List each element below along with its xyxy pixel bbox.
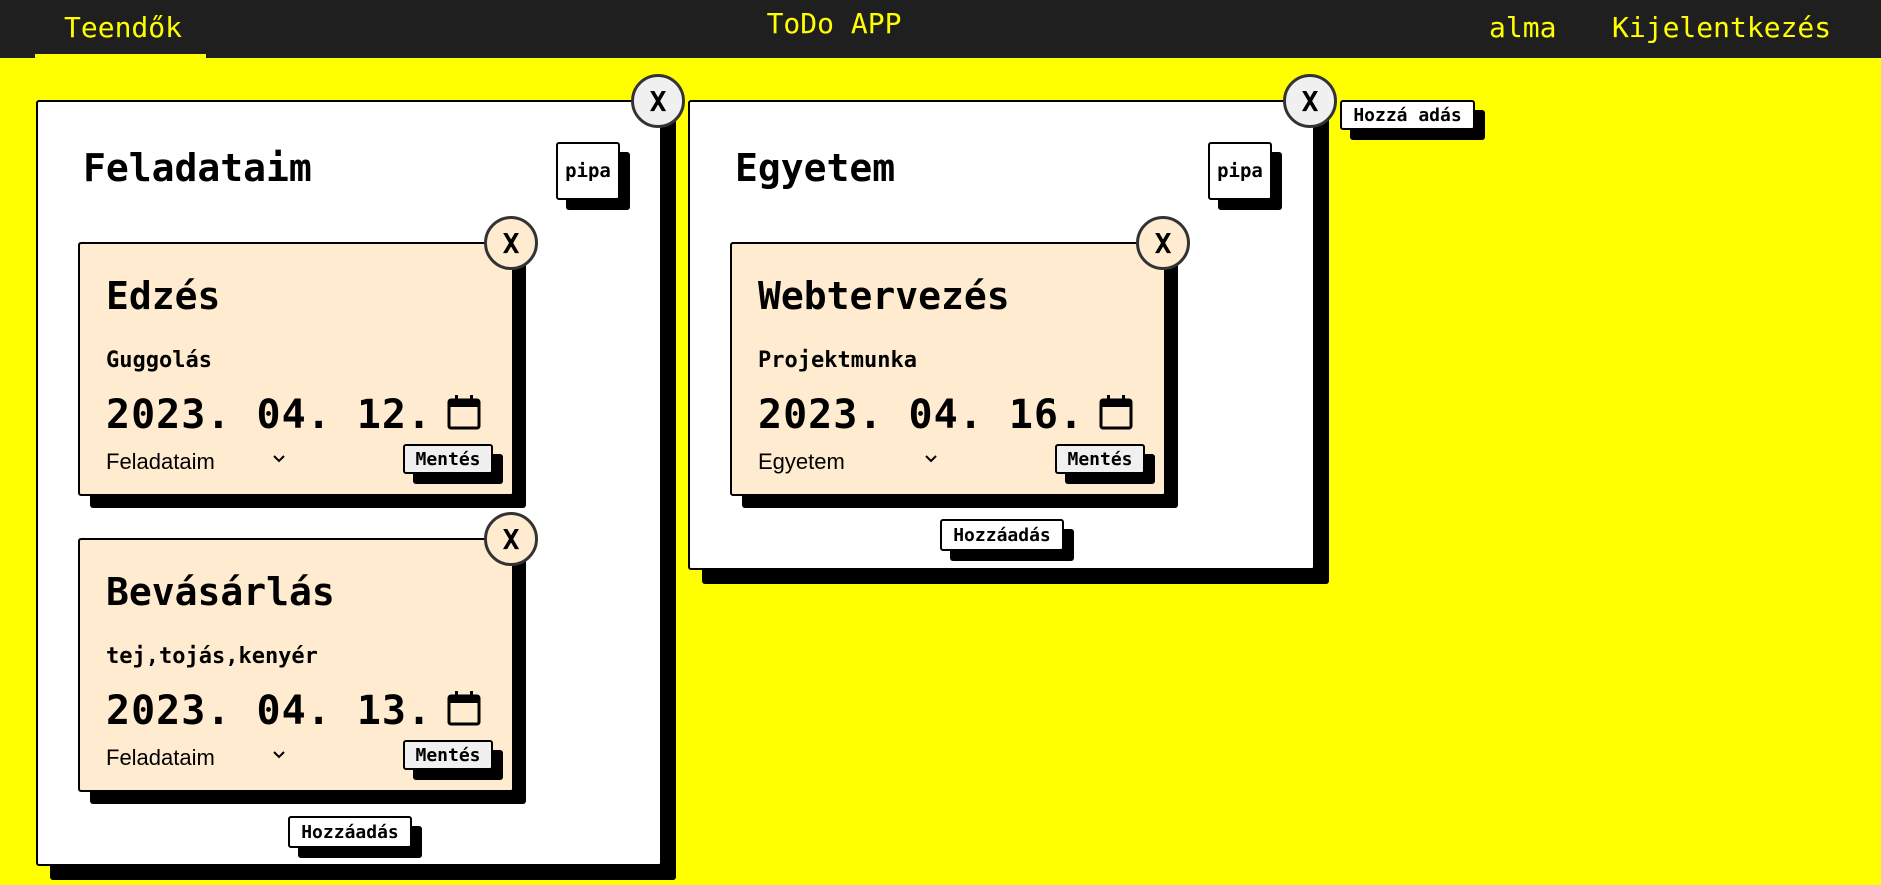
date-input[interactable]: 2023. 04. 13. — [106, 688, 432, 734]
delete-list-button[interactable]: X — [1283, 74, 1337, 128]
save-button[interactable]: Mentés — [1055, 444, 1145, 474]
delete-card-button[interactable]: X — [1136, 216, 1190, 270]
list-title: Egyetem — [735, 146, 896, 190]
date-input[interactable]: 2023. 04. 12. — [106, 392, 432, 438]
todo-list-egyetem: Egyetem pipa Webtervezés Projektmunka 20… — [688, 100, 1315, 570]
active-tab-indicator — [35, 54, 206, 58]
calendar-icon[interactable] — [447, 690, 481, 726]
pipa-button[interactable]: pipa — [1208, 142, 1272, 200]
chevron-down-icon — [273, 455, 285, 463]
app-title: ToDo APP — [766, 7, 902, 40]
chevron-down-icon — [273, 751, 285, 759]
todo-card-webtervezes: Webtervezés Projektmunka 2023. 04. 16. E… — [730, 242, 1166, 496]
card-description: tej,tojás,kenyér — [106, 644, 318, 669]
add-card-button[interactable]: Hozzáadás — [288, 816, 412, 848]
list-select[interactable]: Egyetem — [758, 446, 958, 478]
card-title: Bevásárlás — [106, 570, 335, 614]
calendar-icon[interactable] — [447, 394, 481, 430]
add-list-button[interactable]: Hozzá adás — [1340, 100, 1475, 130]
nav-user-link[interactable]: alma — [1489, 10, 1556, 46]
card-title: Webtervezés — [758, 274, 1010, 318]
delete-card-button[interactable]: X — [484, 512, 538, 566]
delete-card-button[interactable]: X — [484, 216, 538, 270]
todo-list-feladataim: Feladataim pipa Edzés Guggolás 2023. 04.… — [36, 100, 662, 866]
pipa-button[interactable]: pipa — [556, 142, 620, 200]
chevron-down-icon — [925, 455, 937, 463]
todo-card-bevasarlas: Bevásárlás tej,tojás,kenyér 2023. 04. 13… — [78, 538, 514, 792]
delete-list-button[interactable]: X — [631, 74, 685, 128]
card-title: Edzés — [106, 274, 221, 318]
list-select[interactable]: Feladataim — [106, 742, 306, 774]
todo-card-edzes: Edzés Guggolás 2023. 04. 12. Feladataim … — [78, 242, 514, 496]
nav-logout-link[interactable]: Kijelentkezés — [1612, 10, 1831, 46]
list-select-value: Egyetem — [758, 449, 845, 474]
save-button[interactable]: Mentés — [403, 740, 493, 770]
card-description: Projektmunka — [758, 348, 917, 373]
card-description: Guggolás — [106, 348, 212, 373]
list-select-value: Feladataim — [106, 449, 215, 474]
add-card-button[interactable]: Hozzáadás — [940, 519, 1064, 551]
top-navbar: Teendők ToDo APP alma Kijelentkezés — [0, 0, 1881, 58]
save-button[interactable]: Mentés — [403, 444, 493, 474]
list-select-value: Feladataim — [106, 745, 215, 770]
date-input[interactable]: 2023. 04. 16. — [758, 392, 1084, 438]
calendar-icon[interactable] — [1099, 394, 1133, 430]
list-select[interactable]: Feladataim — [106, 446, 306, 478]
list-title: Feladataim — [83, 146, 312, 190]
